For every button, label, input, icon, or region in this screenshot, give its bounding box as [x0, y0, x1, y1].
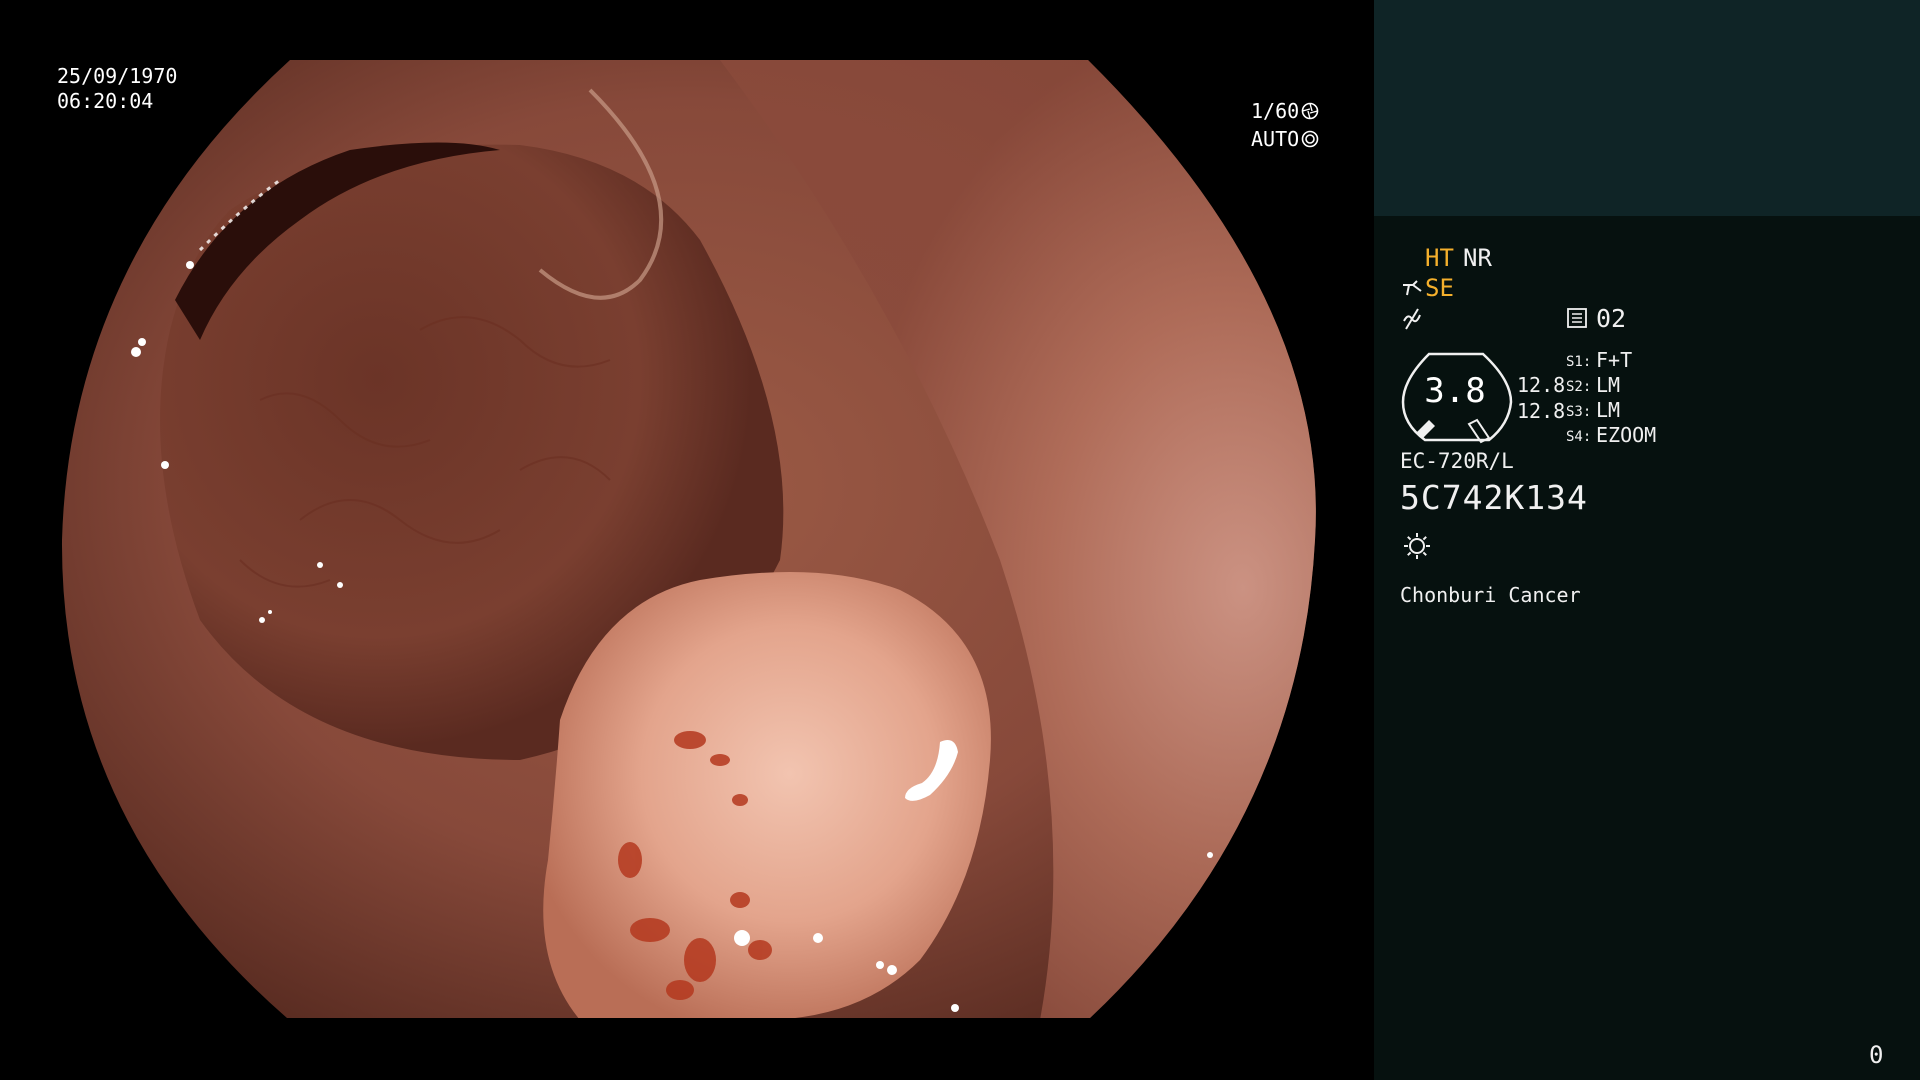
iris-icon: [1301, 130, 1319, 148]
image-counter: 0: [1869, 1041, 1884, 1069]
info-panel: HT NR SE 02 3.8 12.8 12.8 S1: F+T S2: LM…: [1374, 0, 1920, 1080]
shutter-speed: 1/60: [1251, 99, 1300, 123]
switch-2-value: LM: [1596, 373, 1621, 397]
scope-tip-icon: [1403, 280, 1422, 296]
switch-4-key: S4:: [1566, 429, 1592, 445]
switch-3-key: S3:: [1566, 404, 1592, 420]
switch-1-key: S1:: [1566, 354, 1592, 370]
parameter-a: 12.8: [1517, 373, 1566, 397]
endoscopic-image-area: 25/09/1970 06:20:04 1/60 AUTO: [0, 0, 1374, 1080]
scope-model: EC-720R/L: [1400, 449, 1514, 473]
zoom-value: 3.8: [1424, 371, 1486, 411]
document-icon: [1567, 308, 1587, 328]
switch-1-value: F+T: [1596, 348, 1633, 372]
shutter-indicator: 1/60: [1251, 99, 1319, 123]
parameter-b: 12.8: [1517, 399, 1566, 423]
exam-date: 25/09/1970: [57, 64, 178, 88]
light-source-icon: [1404, 533, 1430, 559]
se-indicator: SE: [1425, 274, 1454, 302]
switch-2-key: S2:: [1566, 379, 1592, 395]
info-panel-header: [1374, 0, 1920, 216]
ht-indicator: HT: [1425, 244, 1454, 272]
switch-3-value: LM: [1596, 398, 1621, 422]
aperture-icon: [1301, 102, 1319, 120]
scope-serial-number: 5C742K134: [1400, 478, 1588, 517]
iris-indicator: AUTO: [1251, 127, 1319, 151]
switch-4-value: EZOOM: [1596, 423, 1657, 447]
exam-time: 06:20:04: [57, 89, 154, 113]
nr-indicator: NR: [1463, 244, 1492, 272]
institution-name: Chonburi Cancer: [1400, 583, 1581, 607]
iris-mode: AUTO: [1251, 127, 1300, 151]
endoscopic-image: [61, 60, 1316, 1018]
endoscopy-screen: 25/09/1970 06:20:04 1/60 AUTO HT NR SE 0…: [0, 0, 1920, 1080]
modulation-icon: [1403, 308, 1421, 330]
record-channel: 02: [1596, 304, 1627, 333]
